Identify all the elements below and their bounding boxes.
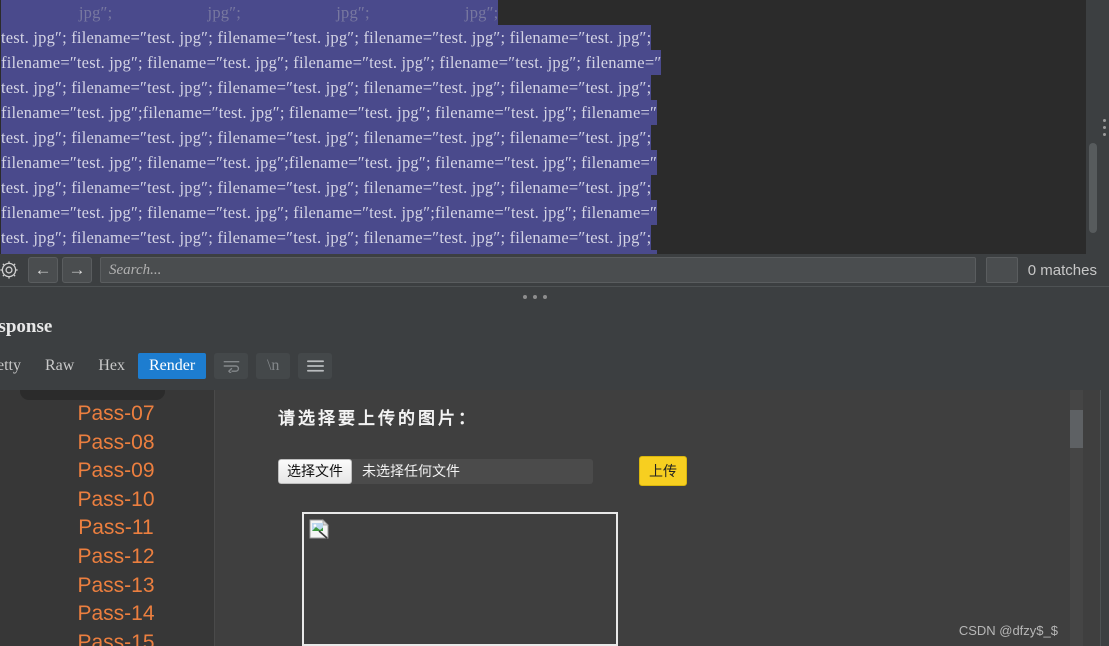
- response-text-pane[interactable]: jpg″; jpg″; jpg″; jpg″; test. jpg″; filen…: [0, 0, 1109, 254]
- gear-icon[interactable]: [0, 256, 24, 284]
- nav-link-pass-10[interactable]: Pass-10: [0, 486, 214, 515]
- selected-text: jpg″; jpg″; jpg″; jpg″;: [1, 0, 499, 25]
- render-scrollbar[interactable]: [1070, 390, 1083, 646]
- nav-link-pass-15[interactable]: Pass-15: [0, 629, 214, 646]
- response-view-tabs: etty Raw Hex Render \n: [0, 353, 333, 379]
- search-options-box[interactable]: [985, 257, 1018, 283]
- selected-text: filename=″test. jpg″;filename=″test. jpg…: [1, 100, 658, 125]
- code-line: filename=″test. jpg″;filename=″test. jpg…: [0, 100, 1109, 125]
- selected-text: test. jpg″; filename=″test. jpg″; filena…: [1, 125, 652, 150]
- tab-render[interactable]: Render: [137, 353, 207, 379]
- search-input[interactable]: [100, 257, 976, 283]
- drag-dot: [1103, 132, 1106, 136]
- newline-icon[interactable]: \n: [256, 353, 291, 379]
- grip-dot: [533, 295, 537, 299]
- upload-button[interactable]: 上传: [639, 456, 687, 486]
- render-viewport[interactable]: Pass-07 Pass-08 Pass-09 Pass-10 Pass-11 Pass-…: [0, 390, 1100, 646]
- nav-link-pass-13[interactable]: Pass-13: [0, 572, 214, 601]
- splitter-grip[interactable]: [523, 295, 547, 299]
- drag-dot: [1103, 118, 1106, 122]
- grip-dot: [543, 295, 547, 299]
- nav-link-pass-09[interactable]: Pass-09: [0, 457, 214, 486]
- response-panel-title: esponse: [0, 316, 53, 337]
- upload-heading: 请选择要上传的图片：: [278, 409, 478, 429]
- word-wrap-icon[interactable]: [214, 353, 249, 379]
- nav-link-pass-07[interactable]: Pass-07: [0, 400, 214, 429]
- code-line: test. jpg″; filename=″test. jpg″; filena…: [0, 175, 1109, 200]
- text-pane-scrollbar[interactable]: [1086, 0, 1100, 254]
- selected-text: test. jpg″; filename=″test. jpg″; filena…: [1, 175, 652, 200]
- arrow-right-icon: →: [68, 260, 86, 279]
- horizontal-splitter[interactable]: [0, 286, 1109, 312]
- code-line: filename=″test. jpg″; filename=″test. jp…: [0, 200, 1109, 225]
- code-line: test. jpg″; filename=″test. jpg″; filena…: [0, 25, 1109, 50]
- arrow-left-icon: ←: [34, 260, 52, 279]
- tab-raw[interactable]: Raw: [34, 353, 85, 379]
- selected-text: test. jpg″; filename=″test. jpg″; filena…: [1, 25, 652, 50]
- selected-text: filename=″test. jpg″; filename=″test. jp…: [1, 50, 662, 75]
- menu-icon[interactable]: [298, 353, 333, 379]
- tab-pretty[interactable]: etty: [0, 353, 32, 379]
- code-line: test. jpg″; filename=″test. jpg″; filena…: [0, 125, 1109, 150]
- choose-file-button[interactable]: 选择文件: [278, 458, 352, 484]
- drag-dot: [1103, 125, 1106, 129]
- selected-text: filename=″test. jpg″; filename=″test. jp…: [1, 200, 658, 225]
- code-line: test. jpg″; filename=″test. jpg″; filena…: [0, 75, 1109, 100]
- scrollbar-thumb[interactable]: [1089, 143, 1097, 233]
- nav-link-pass-11[interactable]: Pass-11: [0, 514, 214, 543]
- selected-text: filename=″test. jpg″; filename=″test. jp…: [1, 150, 658, 175]
- selected-text: test. jpg″; filename=″test. jpg″; filena…: [1, 75, 652, 100]
- search-forward-button[interactable]: →: [62, 257, 92, 283]
- render-right-edge: [1100, 390, 1109, 646]
- upload-form-row: 选择文件 未选择任何文件 上传: [278, 456, 687, 486]
- uploaded-image-box: [302, 512, 618, 646]
- search-match-count: 0 matches: [1027, 261, 1097, 279]
- code-line: jpg″; jpg″; jpg″; jpg″;: [0, 0, 1109, 25]
- right-panel-drag-handle[interactable]: [1100, 0, 1109, 254]
- search-row-edge: [1100, 254, 1109, 286]
- broken-image-icon: [309, 519, 330, 539]
- nav-link-pass-12[interactable]: Pass-12: [0, 543, 214, 572]
- file-input-control[interactable]: 选择文件 未选择任何文件: [278, 458, 593, 484]
- grip-dot: [523, 295, 527, 299]
- render-scrollbar-thumb[interactable]: [1070, 410, 1083, 448]
- code-line: test. jpg″; filename=″test. jpg″; filena…: [0, 225, 1109, 250]
- selected-text: test. jpg″; filename=″test. jpg″; filena…: [1, 225, 652, 250]
- search-back-button[interactable]: ←: [28, 257, 58, 283]
- search-toolbar: ← → 0 matches: [0, 254, 1109, 286]
- file-name-label: 未选择任何文件: [362, 464, 460, 480]
- nav-header-bar: [20, 390, 165, 400]
- code-line: filename=″test. jpg″; filename=″test. jp…: [0, 150, 1109, 175]
- watermark-text: CSDN @dfzy$_$: [958, 623, 1058, 638]
- render-content-pane: 请选择要上传的图片： 选择文件 未选择任何文件 上传 CSDN @dfzy$_$: [216, 390, 1084, 646]
- tab-hex[interactable]: Hex: [87, 353, 136, 379]
- render-left-nav: Pass-07 Pass-08 Pass-09 Pass-10 Pass-11 Pass-…: [0, 390, 215, 646]
- code-line: filename=″test. jpg″; filename=″test. jp…: [0, 50, 1109, 75]
- nav-link-pass-14[interactable]: Pass-14: [0, 600, 214, 629]
- nav-link-pass-08[interactable]: Pass-08: [0, 429, 214, 458]
